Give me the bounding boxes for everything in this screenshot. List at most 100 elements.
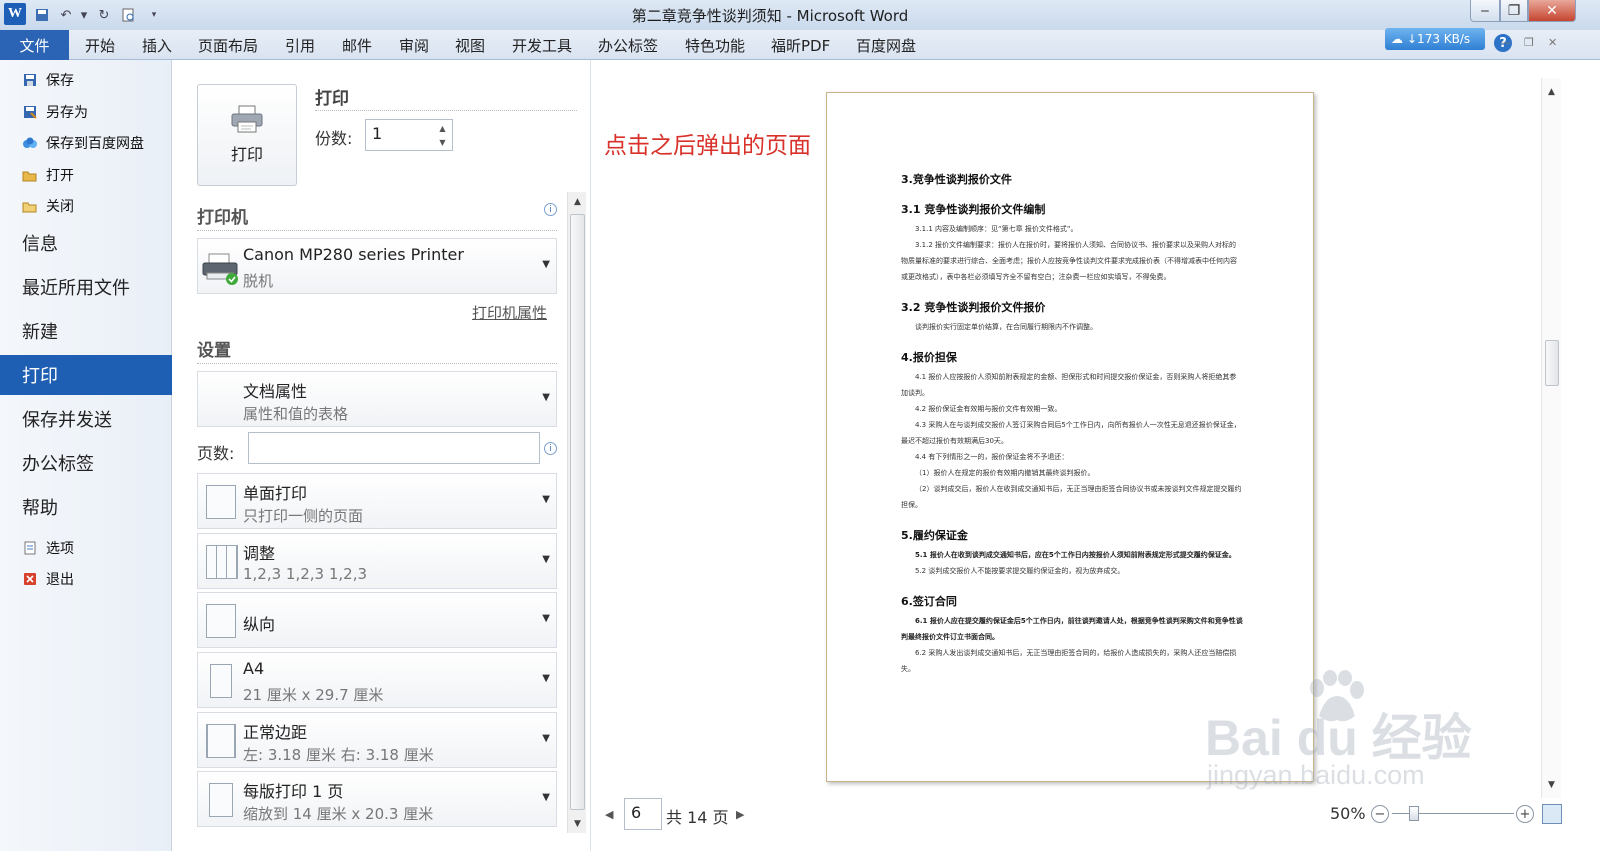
scroll-down-icon[interactable]: ▼ xyxy=(568,814,587,833)
nav-save-to-baidu[interactable]: 保存到百度网盘 xyxy=(22,131,144,155)
previous-page-icon[interactable]: ◀ xyxy=(605,808,613,821)
spin-up-icon[interactable]: ▲ xyxy=(439,124,445,133)
divider xyxy=(197,363,557,364)
zoom-level[interactable]: 50% xyxy=(1330,804,1366,823)
customize-toolbar-icon[interactable]: ▾ xyxy=(144,4,164,26)
tab-mailings[interactable]: 邮件 xyxy=(342,35,372,56)
scroll-up-icon[interactable]: ▲ xyxy=(1542,82,1561,101)
orientation-dropdown[interactable]: 纵向 ▼ xyxy=(197,592,557,648)
nav-save-as-label: 另存为 xyxy=(46,105,88,121)
tab-file[interactable]: 文件 xyxy=(0,30,69,60)
tab-review[interactable]: 审阅 xyxy=(399,35,429,56)
nav-close-label: 关闭 xyxy=(46,199,74,215)
nav-close[interactable]: 关闭 xyxy=(22,194,74,218)
tab-baidu-netdisk[interactable]: 百度网盘 xyxy=(856,35,916,56)
tab-page-layout[interactable]: 页面布局 xyxy=(198,35,258,56)
restore-button[interactable]: ❐ xyxy=(1500,0,1528,22)
pages-per-sheet-dropdown[interactable]: 每版打印 1 页 缩放到 14 厘米 x 20.3 厘米 ▼ xyxy=(197,771,557,827)
document-heading: 6.签订合同 xyxy=(901,595,957,608)
undo-dropdown-icon[interactable]: ▾ xyxy=(74,4,94,26)
tab-office-tabs[interactable]: 办公标签 xyxy=(598,35,658,56)
nav-print[interactable]: 打印 xyxy=(0,355,188,395)
tab-special-features[interactable]: 特色功能 xyxy=(685,35,745,56)
printer-properties-link[interactable]: 打印机属性 xyxy=(472,302,547,323)
current-page-input[interactable]: 6 xyxy=(624,798,662,830)
nav-save-as[interactable]: 另存为 xyxy=(22,100,88,124)
scroll-thumb[interactable] xyxy=(1545,340,1559,386)
watermark-url: jingyan.baidu.com xyxy=(1207,760,1425,790)
collate-title: 调整 xyxy=(243,544,276,563)
nav-help[interactable]: 帮助 xyxy=(0,487,172,527)
zoom-out-icon[interactable]: − xyxy=(1371,805,1389,823)
collate-dropdown[interactable]: 调整 1,2,3 1,2,3 1,2,3 ▼ xyxy=(197,533,557,589)
nav-office-tabs[interactable]: 办公标签 xyxy=(0,443,172,483)
document-heading: 3.1 竞争性谈判报价文件编制 xyxy=(901,203,1046,216)
document-properties-dropdown[interactable]: 文档属性 属性和值的表格 ▼ xyxy=(197,371,557,427)
tab-view[interactable]: 视图 xyxy=(455,35,485,56)
document-properties-title: 文档属性 xyxy=(243,382,308,401)
nav-open[interactable]: 打开 xyxy=(22,163,74,187)
scroll-down-icon[interactable]: ▼ xyxy=(1542,775,1561,794)
nav-exit[interactable]: 退出 xyxy=(22,567,74,591)
undo-icon[interactable]: ↶ xyxy=(56,4,76,26)
nav-new[interactable]: 新建 xyxy=(0,311,172,351)
zoom-to-page-icon[interactable] xyxy=(1542,804,1562,824)
copies-spinner[interactable]: ▲ ▼ xyxy=(434,121,451,149)
cloud-speed-badge[interactable]: ☁ ↓173 KB/s xyxy=(1385,28,1485,50)
redo-icon[interactable]: ↻ xyxy=(94,4,114,26)
tab-references[interactable]: 引用 xyxy=(285,35,315,56)
chevron-down-icon: ▼ xyxy=(542,613,550,624)
nav-save-and-send[interactable]: 保存并发送 xyxy=(0,399,172,439)
nav-save[interactable]: 保存 xyxy=(22,68,74,92)
zoom-slider-thumb[interactable] xyxy=(1409,806,1419,821)
word-app-icon[interactable]: W xyxy=(4,3,26,25)
printer-icon xyxy=(231,105,263,133)
preview-scrollbar[interactable]: ▲ ▼ xyxy=(1541,78,1561,798)
pages-info-icon[interactable]: i xyxy=(544,442,557,455)
collate-pages-icon xyxy=(206,545,238,579)
document-paragraph: 4.2 报价保证金有效期与报价文件有效期一致。 xyxy=(915,405,1062,413)
tab-home[interactable]: 开始 xyxy=(85,35,115,56)
tab-developer[interactable]: 开发工具 xyxy=(512,35,572,56)
close-folder-icon xyxy=(22,198,38,214)
print-button[interactable]: 打印 xyxy=(197,84,297,186)
scroll-thumb[interactable] xyxy=(570,214,585,810)
divider xyxy=(315,110,577,111)
tab-insert[interactable]: 插入 xyxy=(142,35,172,56)
nav-recent[interactable]: 最近所用文件 xyxy=(0,267,172,307)
paper-size-dropdown[interactable]: A4 21 厘米 x 29.7 厘米 ▼ xyxy=(197,652,557,708)
printer-info-icon[interactable]: i xyxy=(544,203,557,216)
tab-foxit-pdf[interactable]: 福昕PDF xyxy=(771,35,830,56)
nav-open-label: 打开 xyxy=(46,168,74,184)
window-title: 第二章竞争性谈判须知 - Microsoft Word xyxy=(631,7,909,25)
zoom-in-icon[interactable]: + xyxy=(1516,805,1534,823)
next-page-icon[interactable]: ▶ xyxy=(736,808,744,821)
ribbon-close-icon[interactable]: ✕ xyxy=(1548,36,1557,49)
ribbon-restore-icon[interactable]: ❐ xyxy=(1524,36,1534,49)
sides-dropdown[interactable]: 单面打印 只打印一侧的页面 ▼ xyxy=(197,473,557,529)
spin-down-icon[interactable]: ▼ xyxy=(439,138,445,147)
chevron-down-icon: ▼ xyxy=(542,554,550,565)
collate-sub: 1,2,3 1,2,3 1,2,3 xyxy=(243,565,368,583)
settings-scrollbar[interactable]: ▲ ▼ xyxy=(567,192,586,833)
pages-input[interactable] xyxy=(248,432,540,464)
print-button-label: 打印 xyxy=(230,145,263,164)
copies-label: 份数: xyxy=(315,129,353,148)
margins-dropdown[interactable]: 正常边距 左: 3.18 厘米 右: 3.18 厘米 ▼ xyxy=(197,712,557,768)
printer-dropdown[interactable]: Canon MP280 series Printer 脱机 ▼ xyxy=(197,238,557,294)
print-preview-icon[interactable] xyxy=(118,4,138,26)
scroll-up-icon[interactable]: ▲ xyxy=(568,192,587,211)
ribbon-minimize-icon[interactable]: — xyxy=(1500,36,1511,49)
exit-icon xyxy=(22,571,38,587)
minimize-button[interactable]: ‒ xyxy=(1470,0,1500,22)
nav-info[interactable]: 信息 xyxy=(0,223,172,263)
portrait-page-icon xyxy=(206,604,236,638)
printer-name: Canon MP280 series Printer xyxy=(243,245,464,264)
backstage-nav: 保存 另存为 保存到百度网盘 打开 关闭 信息 最近所用文件 新建 打印 保存并… xyxy=(0,60,188,851)
printer-device-icon xyxy=(202,253,238,285)
quick-save-icon[interactable] xyxy=(32,4,52,26)
ribbon-tab-bar: 文件 开始 插入 页面布局 引用 邮件 审阅 视图 开发工具 办公标签 特色功能… xyxy=(0,30,1600,60)
document-paragraph: 6.1 报价人应在提交履约保证金后5个工作日内，前往谈判邀请人处，根据竞争性谈判… xyxy=(901,617,1243,641)
close-window-button[interactable]: ✕ xyxy=(1528,0,1576,22)
nav-options[interactable]: 选项 xyxy=(22,536,74,560)
